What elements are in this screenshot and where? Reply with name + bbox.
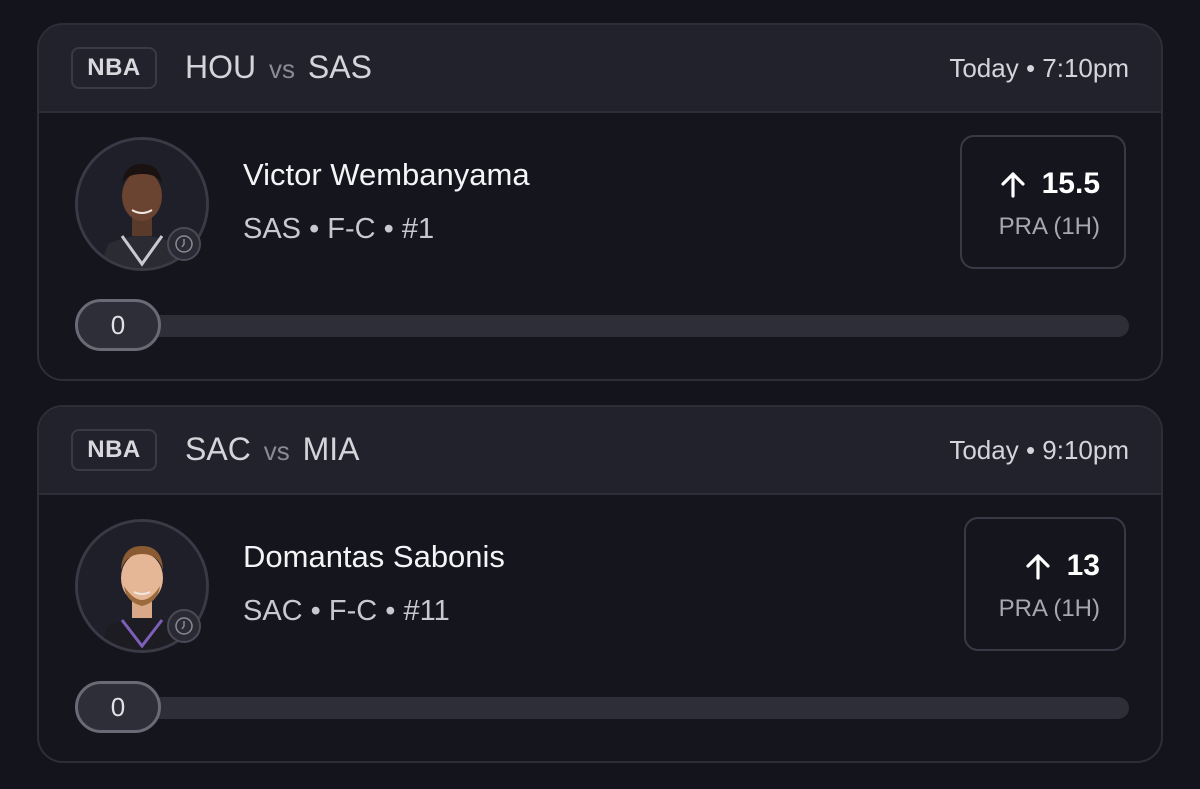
league-badge: NBA (71, 47, 157, 89)
line-value-row: 15.5 (998, 167, 1100, 201)
progress-track (75, 315, 1129, 337)
line-value: 13 (1066, 549, 1100, 582)
game-time: Today • 7:10pm (949, 53, 1129, 83)
card-header: NBA SAC vs MIA Today • 9:10pm (39, 407, 1161, 495)
projection-line-button[interactable]: 15.5 PRA (1H) (960, 135, 1126, 269)
home-team: SAC (185, 431, 251, 467)
projection-card[interactable]: NBA HOU vs SAS Today • 7:10pm Victor Wem… (37, 23, 1163, 381)
vs-label: vs (269, 54, 295, 84)
player-name: Domantas Sabonis (243, 539, 505, 574)
arrow-up-icon (1026, 554, 1050, 580)
progress-track (75, 697, 1129, 719)
vs-label: vs (263, 436, 290, 466)
away-team: SAS (307, 49, 372, 85)
progress-value: 0 (75, 681, 161, 733)
line-value-row: 13 (1023, 549, 1100, 583)
away-team: MIA (302, 431, 360, 467)
matchup: HOU vs SAS (185, 49, 372, 86)
card-header: NBA HOU vs SAS Today • 7:10pm (39, 25, 1161, 113)
player-avatar-wrap[interactable] (75, 137, 209, 271)
projection-line-button[interactable]: 13 PRA (1H) (964, 517, 1126, 651)
line-value: 15.5 (1041, 167, 1100, 200)
stat-label: PRA (1H) (998, 213, 1100, 240)
player-name: Victor Wembanyama (243, 157, 530, 192)
arrow-up-icon (1001, 172, 1025, 198)
matchup: SAC vs MIA (185, 431, 359, 468)
home-team: HOU (185, 49, 257, 85)
projections-list: NBA HOU vs SAS Today • 7:10pm Victor Wem… (0, 0, 1200, 789)
progress-value: 0 (75, 299, 161, 351)
player-meta: SAS • F-C • #1 (243, 213, 435, 245)
player-avatar-wrap[interactable] (75, 519, 209, 653)
stat-label: PRA (1H) (998, 595, 1100, 622)
projection-card[interactable]: NBA SAC vs MIA Today • 9:10pm Domantas S… (37, 405, 1163, 763)
clock-icon (167, 609, 201, 643)
clock-icon (167, 227, 201, 261)
player-meta: SAC • F-C • #11 (243, 595, 450, 627)
game-time: Today • 9:10pm (949, 435, 1129, 465)
league-badge: NBA (71, 429, 157, 471)
